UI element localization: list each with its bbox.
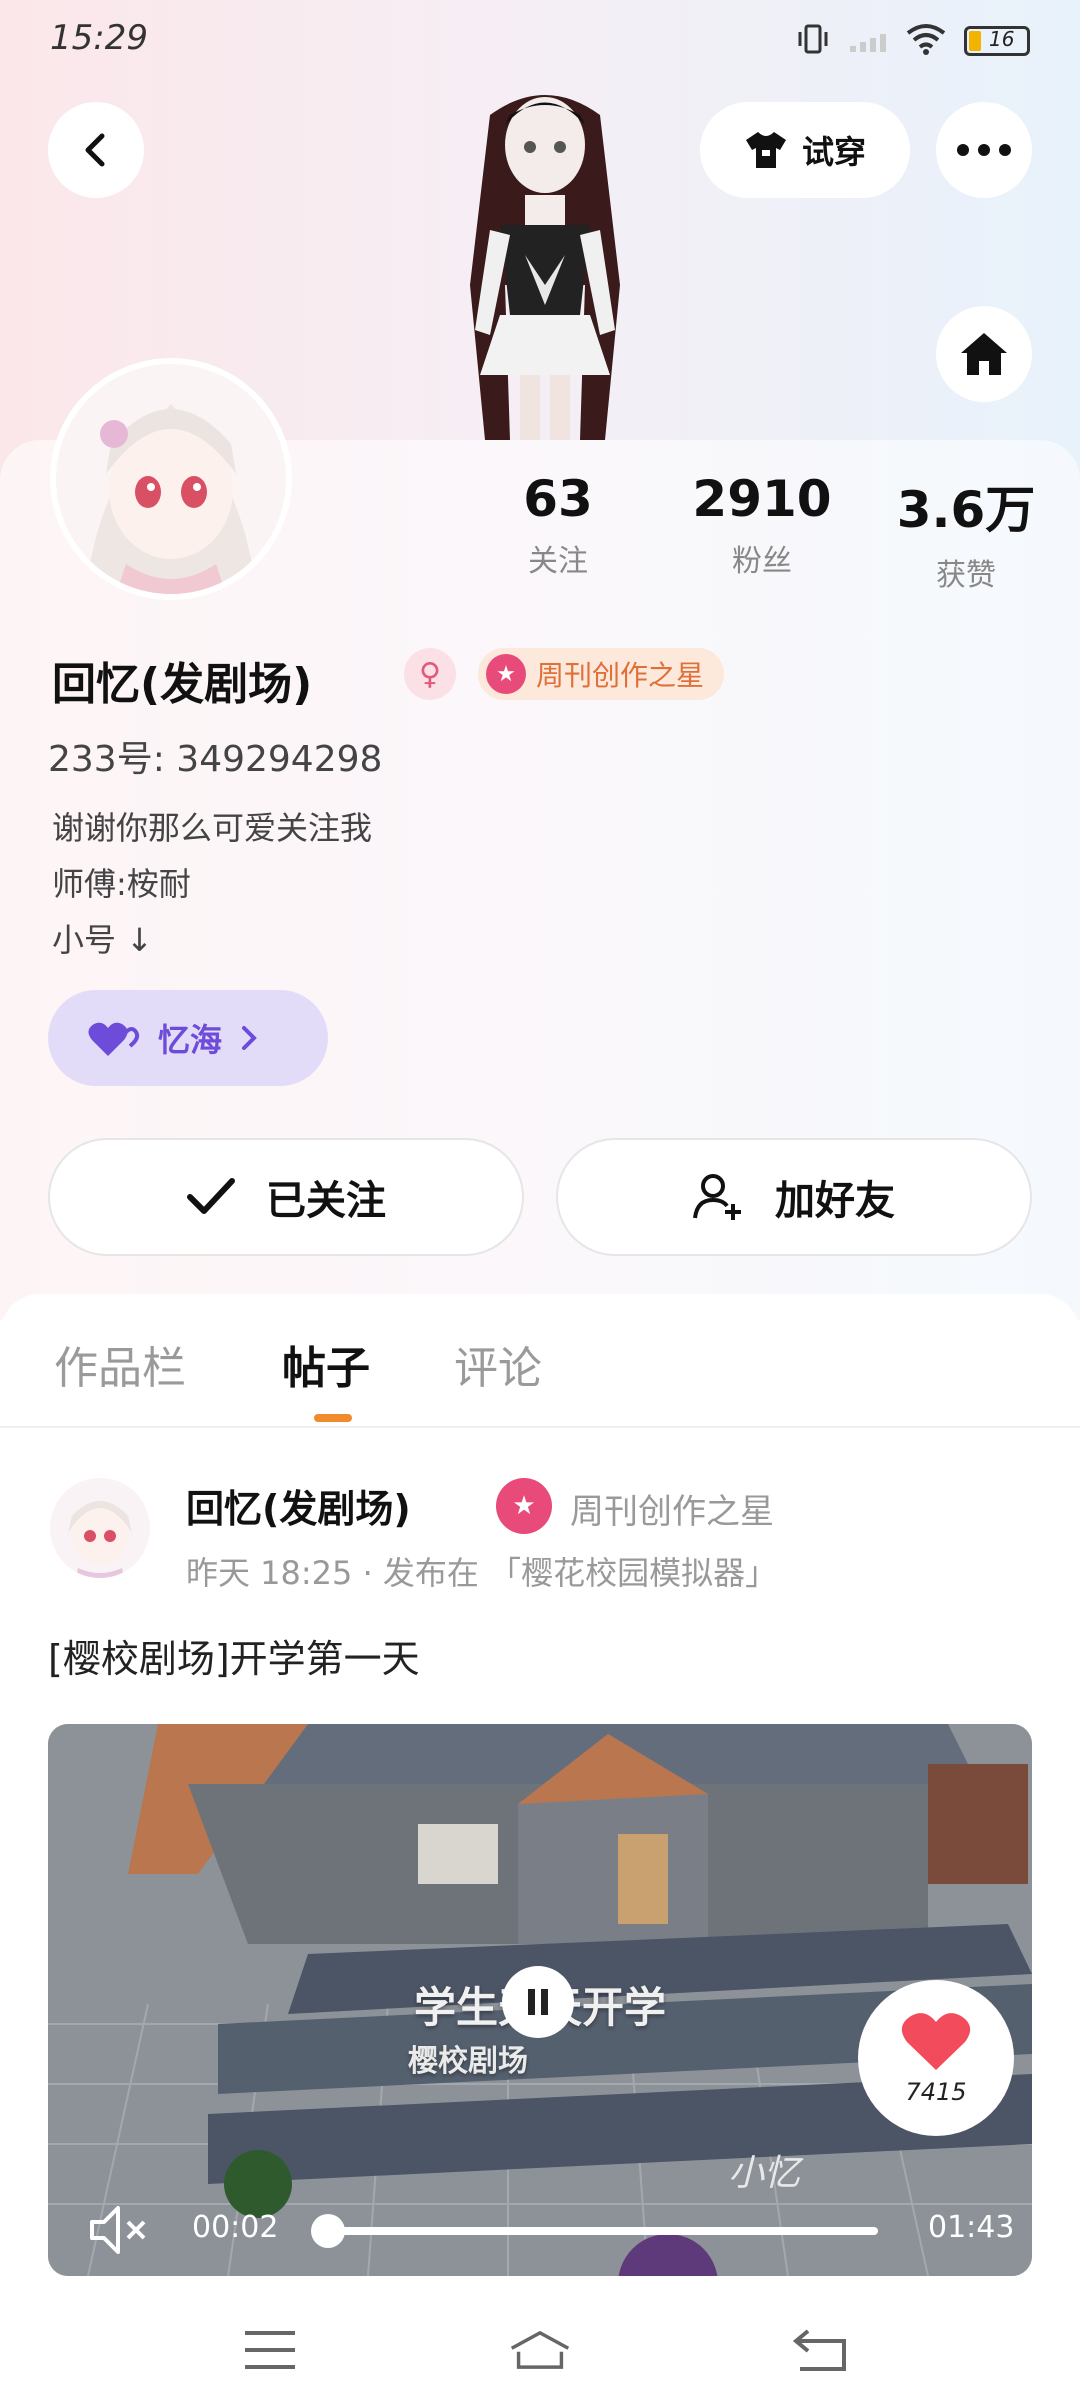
post-star-badge-icon: ★	[496, 1478, 552, 1534]
back-nav-icon	[792, 2329, 846, 2371]
following-label: 关注	[528, 544, 588, 579]
progress-track[interactable]	[328, 2227, 878, 2235]
following-count: 63	[523, 470, 593, 528]
yihai-button[interactable]: 忆海	[48, 990, 328, 1086]
tab-posts[interactable]: 帖子	[282, 1332, 370, 1396]
pause-icon	[528, 1989, 548, 2015]
home-nav-icon	[510, 2330, 570, 2369]
stat-fans[interactable]: 2910 粉丝	[672, 470, 852, 580]
creator-star-badge[interactable]: ★ 周刊创作之星	[478, 648, 725, 700]
wifi-icon	[906, 23, 946, 59]
female-icon: ♀	[404, 648, 456, 700]
likes-label: 获赞	[936, 558, 996, 593]
stat-likes[interactable]: 3.6万 获赞	[876, 470, 1056, 594]
battery-icon: 16	[964, 26, 1030, 56]
mute-button[interactable]	[88, 2204, 152, 2260]
chevron-right-icon	[242, 1026, 257, 1050]
profile-avatar[interactable]	[50, 358, 292, 600]
status-time: 15:29	[50, 18, 148, 58]
profile-name: 回忆(发剧场)	[52, 659, 313, 710]
tab-works[interactable]: 作品栏	[54, 1332, 186, 1396]
fans-label: 粉丝	[732, 544, 792, 579]
pause-button[interactable]	[502, 1966, 574, 2038]
post-star-badge-label: 周刊创作之星	[570, 1492, 774, 1532]
post-author-avatar[interactable]	[50, 1478, 150, 1578]
vibrate-icon	[796, 22, 830, 60]
muted-speaker-icon	[90, 2206, 146, 2254]
try-on-button[interactable]: 试穿	[700, 102, 910, 198]
menu-nav-button[interactable]	[240, 2320, 300, 2380]
total-time: 01:43	[928, 2210, 1015, 2245]
yihai-label: 忆海	[158, 1021, 223, 1059]
hearts-icon	[88, 1022, 140, 1056]
tshirt-icon	[745, 132, 786, 168]
video-player[interactable]: 学生天天开学 樱校剧场 小忆 7415 00:02 01:43	[48, 1724, 1032, 2276]
add-user-icon	[693, 1174, 741, 1220]
avatar-3d-character	[430, 85, 660, 440]
like-button[interactable]: 7415	[858, 1980, 1014, 2136]
bio-line: 师傅:桉耐	[52, 865, 191, 903]
battery-level: 16	[989, 27, 1015, 51]
more-dots-icon	[957, 144, 1011, 156]
progress-thumb[interactable]	[311, 2214, 345, 2248]
likes-count: 3.6万	[896, 481, 1036, 539]
more-button[interactable]	[936, 102, 1032, 198]
creator-star-label: 周刊创作之星	[536, 659, 705, 692]
video-signature: 小忆	[728, 2153, 801, 2194]
current-time: 00:02	[192, 2210, 279, 2245]
like-count: 7415	[905, 2078, 967, 2106]
back-nav-button[interactable]	[790, 2320, 850, 2380]
bio-line: 谢谢你那么可爱关注我	[52, 809, 373, 847]
add-friend-button[interactable]: 加好友	[556, 1138, 1032, 1256]
try-on-label: 试穿	[801, 133, 866, 171]
status-icons: 16	[796, 22, 1030, 60]
check-icon	[187, 1178, 235, 1214]
followed-button[interactable]: 已关注	[48, 1138, 524, 1256]
home-nav-button[interactable]	[510, 2320, 570, 2380]
post-meta: 昨天 18:25 · 发布在 「樱花校园模拟器」	[186, 1554, 778, 1592]
home-icon	[961, 333, 1007, 375]
back-button[interactable]	[48, 102, 144, 198]
post-author-name[interactable]: 回忆(发剧场)	[186, 1478, 411, 1533]
tab-comments[interactable]: 评论	[454, 1332, 542, 1396]
add-friend-label: 加好友	[775, 1178, 895, 1224]
active-tab-indicator	[314, 1414, 352, 1422]
heart-icon	[901, 2013, 971, 2070]
user-id: 233号: 349294298	[48, 739, 383, 780]
followed-label: 已关注	[266, 1178, 386, 1224]
video-overlay-subtitle: 樱校剧场	[408, 2044, 528, 2079]
bio-line: 小号 ↓	[52, 921, 153, 959]
tabs-divider	[0, 1426, 1080, 1428]
post-title[interactable]: [樱校剧场]开学第一天	[48, 1628, 420, 1683]
stat-following[interactable]: 63 关注	[468, 470, 648, 580]
menu-icon	[245, 2331, 295, 2369]
bio: 谢谢你那么可爱关注我 师傅:桉耐 小号 ↓	[52, 800, 372, 968]
back-arrow-icon	[85, 133, 105, 167]
signal-icon	[848, 24, 888, 58]
fans-count: 2910	[692, 470, 832, 528]
star-badge-icon: ★	[486, 654, 526, 694]
home-button[interactable]	[936, 306, 1032, 402]
